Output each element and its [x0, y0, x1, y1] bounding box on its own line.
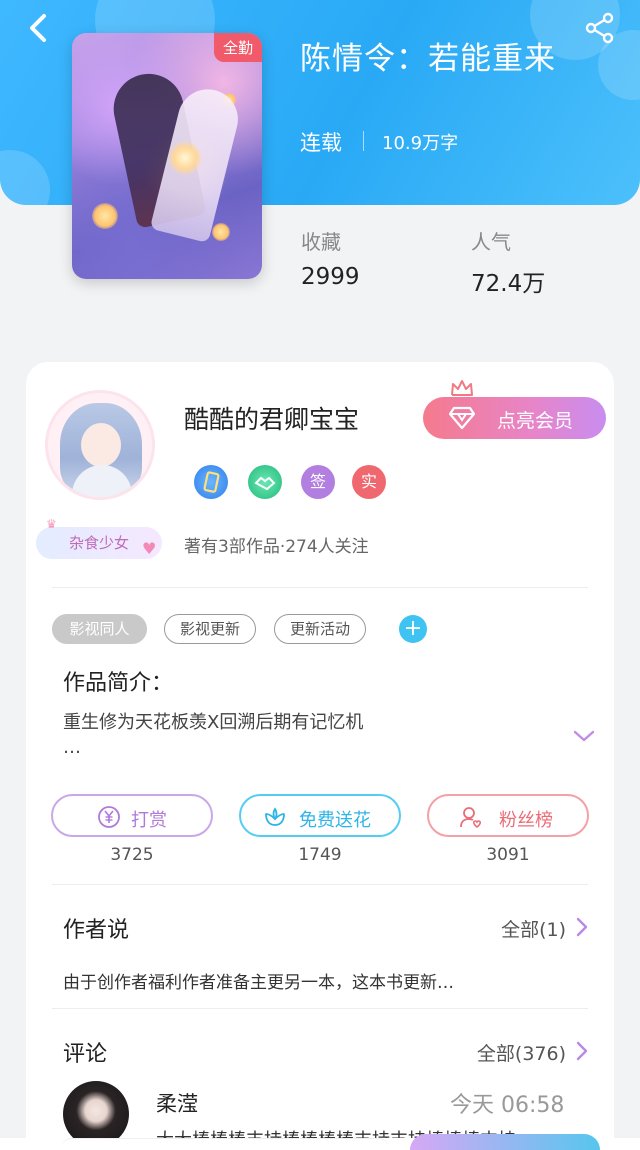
book-title: 陈情令：若能重来	[300, 41, 556, 77]
heart-icon: ♥	[142, 539, 157, 558]
tag-update-event[interactable]: 更新活动	[274, 614, 366, 644]
share-icon	[585, 12, 614, 44]
author-avatar[interactable]	[45, 390, 155, 500]
synopsis-ellipsis: …	[63, 737, 81, 758]
send-flower-button[interactable]: 免费送花	[239, 794, 401, 837]
tip-count: 3725	[110, 845, 154, 865]
crown-icon	[451, 380, 473, 396]
send-flower-label: 免费送花	[299, 810, 371, 831]
chevron-down-icon[interactable]	[572, 724, 596, 748]
activate-vip-button[interactable]: 点亮会员	[423, 397, 606, 439]
vip-button-label: 点亮会员	[497, 410, 574, 432]
author-name[interactable]: 酷酷的君卿宝宝	[184, 400, 359, 436]
handshake-badge-icon[interactable]	[248, 465, 282, 499]
tag-film-update[interactable]: 影视更新	[164, 614, 256, 644]
comment-time: 今天 06:58	[450, 1093, 565, 1118]
diamond-icon	[449, 406, 475, 430]
chevron-left-icon	[30, 14, 46, 42]
stat-value-popularity: 72.4万	[471, 271, 546, 297]
fan-user-icon	[460, 807, 481, 829]
book-status: 连载	[300, 131, 342, 155]
tag-film-fanfic[interactable]: 影视同人	[52, 614, 147, 644]
stat-value-favorites: 2999	[301, 264, 360, 290]
stat-label-popularity: 人气	[471, 230, 511, 254]
comments-all-link[interactable]: 全部(376)	[440, 1039, 566, 1066]
stat-label-favorites: 收藏	[301, 230, 341, 254]
tag-crown-icon: ♛	[46, 517, 57, 531]
divider	[52, 1008, 588, 1009]
divider	[52, 884, 588, 885]
tip-label: 打赏	[131, 810, 167, 831]
flower-icon	[265, 807, 285, 826]
bottom-action-bar	[0, 1134, 640, 1150]
fan-ranking-button[interactable]: 粉丝榜	[427, 794, 589, 837]
word-count: 10.9万字	[382, 133, 459, 154]
full-attendance-badge: 全勤	[213, 33, 262, 62]
tip-button[interactable]: 打赏	[51, 794, 213, 837]
book-cover[interactable]: 全勤	[72, 33, 262, 279]
fan-count: 3091	[486, 845, 530, 865]
authors-note-title: 作者说	[63, 918, 130, 943]
fan-ranking-label: 粉丝榜	[499, 810, 553, 831]
chevron-right-icon[interactable]	[574, 916, 590, 938]
author-summary: 著有3部作品·274人关注	[184, 537, 369, 557]
signed-badge-icon[interactable]: 签	[301, 465, 335, 499]
phone-badge-icon[interactable]	[194, 465, 228, 499]
back-button[interactable]	[22, 10, 58, 46]
commenter-name[interactable]: 柔滢	[156, 1088, 198, 1118]
add-tag-button[interactable]: +	[399, 615, 427, 643]
bottom-bar-left-button[interactable]	[60, 1138, 390, 1150]
divider	[52, 587, 588, 588]
flower-count: 1749	[298, 845, 342, 865]
authors-note-text[interactable]: 由于创作者福利作者准备主更另一本，这本书更新…	[63, 968, 454, 993]
meta-divider	[363, 131, 364, 151]
synopsis-title: 作品简介：	[63, 671, 174, 696]
chevron-right-icon[interactable]	[574, 1040, 590, 1062]
authors-note-all-link[interactable]: 全部(1)	[470, 915, 566, 942]
bottom-bar-read-button[interactable]	[410, 1134, 600, 1150]
yen-coin-icon	[98, 806, 120, 828]
verified-badge-icon[interactable]: 实	[352, 465, 386, 499]
comments-title: 评论	[63, 1042, 108, 1067]
synopsis-text: 重生修为天花板羡X回溯后期有记忆机	[63, 712, 364, 733]
share-button[interactable]	[584, 12, 616, 44]
